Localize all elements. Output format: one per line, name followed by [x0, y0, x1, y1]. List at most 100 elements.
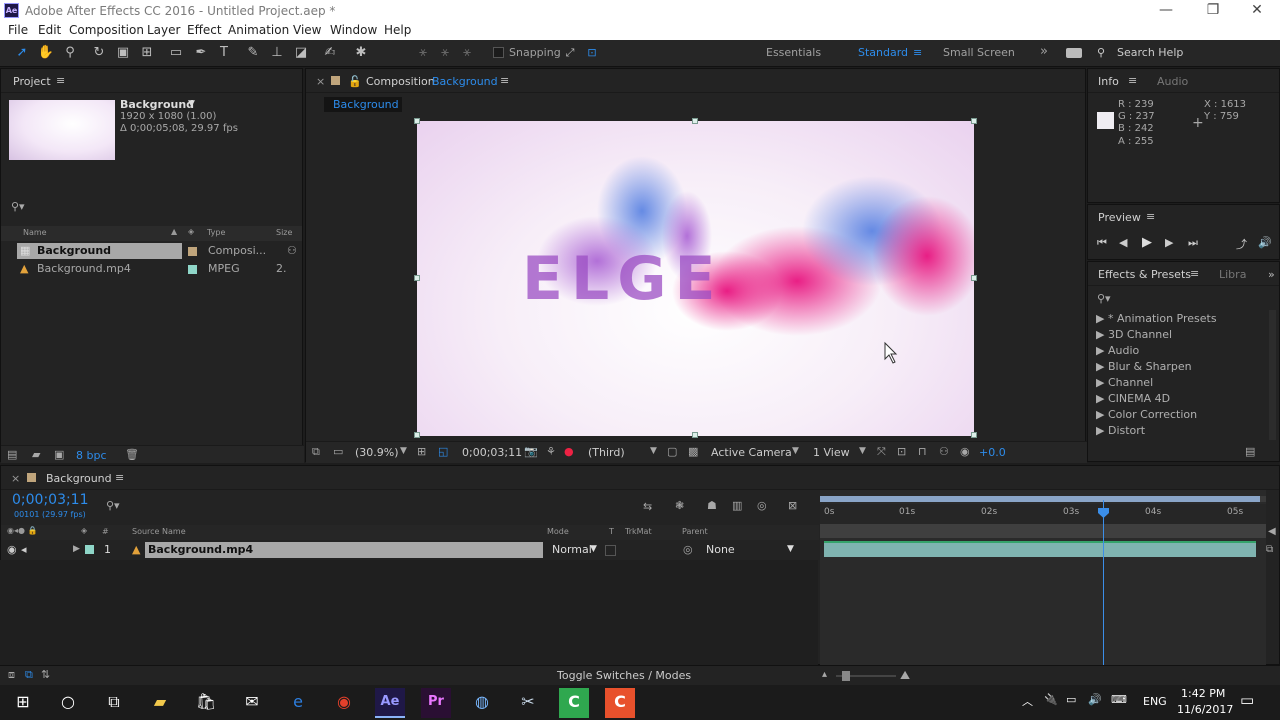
first-frame-icon[interactable]: ⏮ [1097, 236, 1107, 250]
trash-icon[interactable]: 🗑 [125, 448, 139, 461]
comp-breadcrumb[interactable]: Background [324, 97, 402, 112]
menu-layer[interactable]: Layer [147, 23, 180, 37]
column-mode[interactable]: Mode [547, 527, 569, 536]
camtasia-green-icon[interactable]: C [559, 688, 589, 718]
composition-viewer[interactable]: ELGE [417, 121, 974, 436]
new-composition-icon[interactable]: ▣ [54, 448, 64, 461]
view-layout-dropdown[interactable]: 1 View [813, 446, 850, 459]
transform-handle[interactable] [692, 432, 698, 438]
frame-blending-icon[interactable]: ▥ [732, 499, 742, 512]
flowchart-icon[interactable]: ⚇ [287, 244, 297, 257]
work-area-range[interactable] [820, 496, 1260, 502]
current-time-indicator[interactable] [1098, 500, 1109, 665]
mail-icon[interactable]: ✉ [237, 688, 267, 718]
resolution-dropdown[interactable]: (Third) [588, 446, 625, 459]
chevron-down-icon[interactable]: ▼ [400, 446, 407, 456]
audio-toggle-icon[interactable]: ◂ [21, 543, 27, 556]
workspace-standard[interactable]: Standard [858, 46, 908, 59]
panel-menu-icon[interactable]: ≡ [1146, 210, 1155, 223]
effects-category[interactable]: ▶ 3D Channel [1096, 328, 1172, 341]
layer-name-field[interactable]: Background.mp4 [145, 542, 543, 558]
timeline-comp-tab[interactable]: Background [46, 472, 112, 485]
selection-tool-icon[interactable]: ➚ [13, 44, 31, 62]
video-visibility-icon[interactable]: ◉ [7, 543, 17, 556]
previous-frame-icon[interactable]: ◀ [1119, 236, 1127, 249]
snap-edges-icon[interactable]: ⤢ [561, 44, 579, 62]
color-depth-button[interactable]: 8 bpc [76, 449, 107, 462]
roto-brush-tool-icon[interactable]: ✍ [321, 44, 339, 62]
close-button[interactable]: ✕ [1234, 0, 1280, 22]
toggle-pixel-aspect-icon[interactable]: ⤧ [877, 445, 886, 459]
info-tab[interactable]: Info [1098, 75, 1119, 88]
windows-start-icon[interactable]: ⊞ [8, 688, 38, 718]
layer-switches-icon[interactable]: ⧈ [8, 668, 15, 682]
clone-stamp-tool-icon[interactable]: ⊥ [268, 44, 286, 62]
transform-handle[interactable] [971, 275, 977, 281]
timeline-timecode[interactable]: 0;00;03;11 [12, 492, 89, 508]
panel-menu-icon[interactable]: ≡ [56, 74, 65, 87]
search-icon[interactable]: ⚲ [1097, 46, 1105, 59]
cortana-icon[interactable]: ○ [53, 688, 83, 718]
comp-panel-label[interactable]: Composition [366, 75, 435, 88]
menu-view[interactable]: View [293, 23, 321, 37]
pen-tool-icon[interactable]: ✒ [192, 44, 210, 62]
composition-mini-flowchart-icon[interactable]: ⇆ [643, 500, 652, 513]
panel-menu-icon[interactable]: ≡ [1190, 267, 1199, 280]
file-explorer-icon[interactable]: ▰ [145, 688, 175, 718]
timeline-layer-row[interactable]: ◉ ◂ ▶ 1 ▲ Background.mp4 Normal ▼ ◎ None… [1, 542, 819, 559]
reset-exposure-icon[interactable]: ◉ [960, 445, 970, 458]
effects-category[interactable]: ▶ * Animation Presets [1096, 312, 1217, 325]
interpret-footage-icon[interactable]: ▤ [7, 448, 17, 461]
chevron-down-icon[interactable]: ▼ [792, 446, 799, 456]
clock-time[interactable]: 1:42 PM [1181, 687, 1225, 700]
search-icon[interactable]: ⚲▾ [106, 499, 120, 512]
effects-search-input[interactable] [1118, 292, 1273, 306]
camera-tool-icon[interactable]: ▣ [114, 44, 132, 62]
local-axis-icon[interactable]: ⚹ [414, 44, 432, 62]
transform-handle[interactable] [692, 118, 698, 124]
transparency-grid-icon[interactable]: ▩ [688, 445, 698, 458]
camtasia-recorder-icon[interactable]: C [605, 688, 635, 718]
comp-button-icon[interactable]: ◀ [1268, 526, 1276, 537]
new-bin-icon[interactable]: ▤ [1245, 445, 1255, 458]
snapping-checkbox[interactable] [493, 47, 504, 58]
label-color-swatch[interactable] [188, 265, 197, 274]
fast-previews-icon[interactable]: ⊡ [897, 445, 906, 458]
pick-whip-icon[interactable]: ◎ [683, 543, 693, 556]
layer-duration-bar[interactable] [824, 541, 1256, 557]
safe-margins-icon[interactable]: ⊞ [417, 445, 426, 458]
mute-audio-icon[interactable]: 🔊 [1258, 236, 1272, 249]
snap-features-icon[interactable]: ⊡ [583, 44, 601, 62]
menu-help[interactable]: Help [384, 23, 411, 37]
project-search-input[interactable] [31, 201, 301, 215]
close-icon[interactable]: × [11, 472, 20, 485]
menu-file[interactable]: File [8, 23, 28, 37]
after-effects-taskbar-icon[interactable]: Ae [375, 688, 405, 718]
menu-effect[interactable]: Effect [187, 23, 222, 37]
chrome-icon[interactable]: ◉ [329, 688, 359, 718]
store-icon[interactable]: 🛍 [191, 688, 221, 718]
chevron-down-icon[interactable]: ▼ [787, 544, 794, 554]
transfer-controls-icon[interactable]: ⧉ [25, 668, 33, 682]
project-item-background-mp4[interactable]: ▲ Background.mp4 MPEG 2. [17, 262, 297, 278]
audio-tab[interactable]: Audio [1157, 75, 1188, 88]
column-size[interactable]: Size [276, 228, 292, 237]
transform-handle[interactable] [971, 432, 977, 438]
work-area-bar[interactable] [820, 496, 1266, 502]
transform-handle[interactable] [414, 432, 420, 438]
volume-icon[interactable]: 🔊 [1088, 693, 1102, 706]
zoom-tool-icon[interactable]: ⚲ [61, 44, 79, 62]
network-icon[interactable]: ▭ [1066, 693, 1076, 706]
new-folder-icon[interactable]: ▰ [32, 448, 40, 461]
camera-dropdown[interactable]: Active Camera [711, 446, 792, 459]
zoom-out-icon[interactable]: ▴ [822, 669, 827, 680]
keyboard-icon[interactable]: ⌨ [1111, 693, 1127, 706]
column-t[interactable]: T [609, 527, 614, 536]
flowchart-icon[interactable]: ⚇ [939, 445, 949, 458]
sync-settings-icon[interactable] [1066, 48, 1082, 58]
type-tool-icon[interactable]: T [215, 44, 233, 62]
blend-mode-dropdown[interactable]: Normal [552, 543, 592, 556]
monitor-icon[interactable]: ▭ [333, 445, 343, 458]
mask-visibility-icon[interactable]: ◱ [438, 445, 448, 458]
menu-window[interactable]: Window [330, 23, 377, 37]
